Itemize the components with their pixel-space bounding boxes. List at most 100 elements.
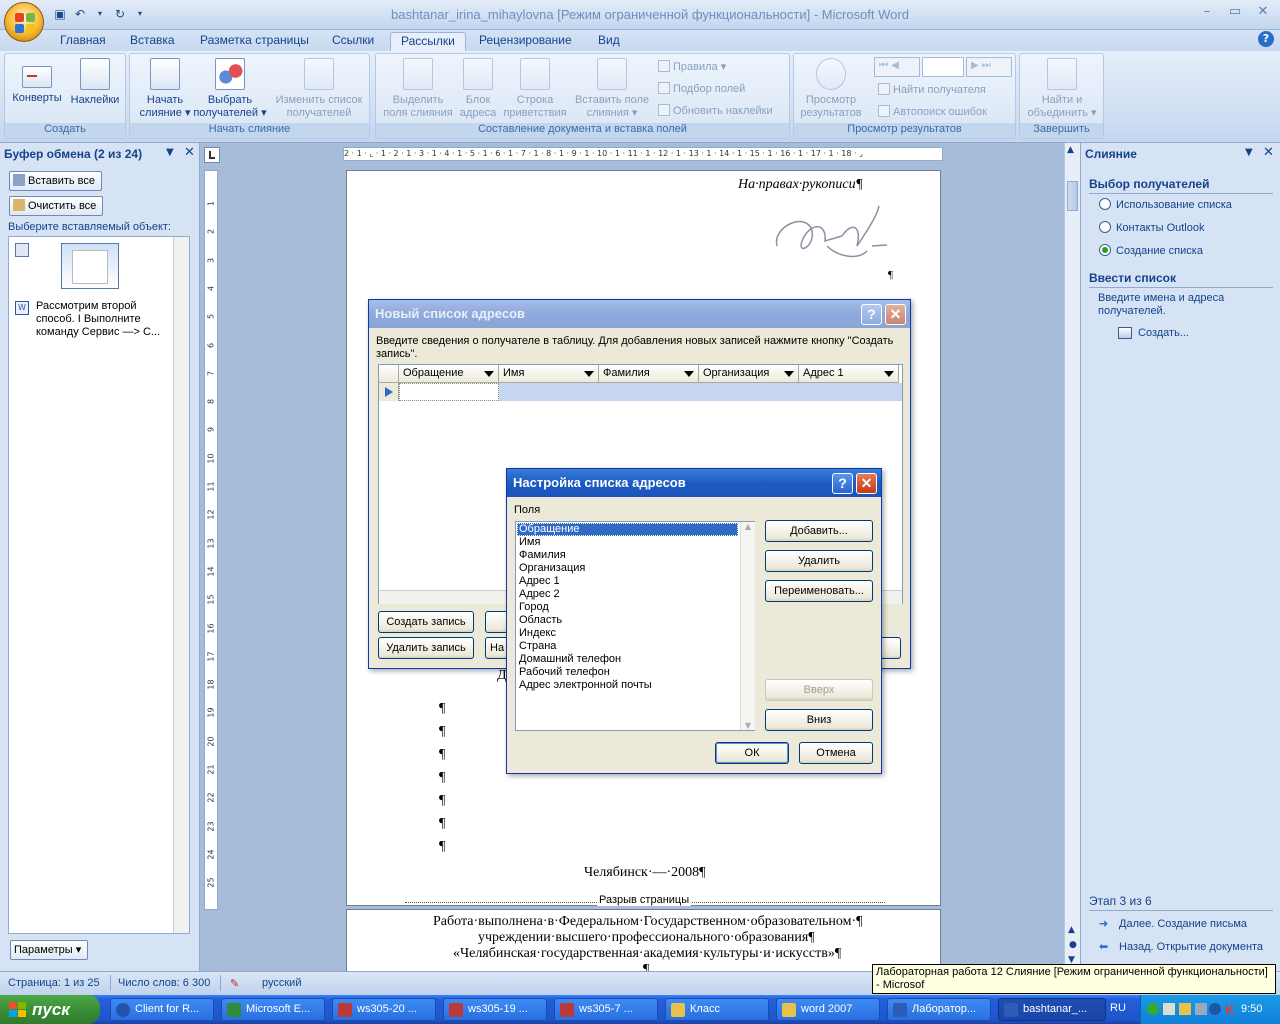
language-indicator[interactable]: русский — [262, 977, 301, 989]
horizontal-ruler[interactable]: 2 · 1 · ⌞ · 1 · 2 · 1 · 3 · 1 · 4 · 1 · … — [343, 147, 943, 161]
finish-merge-button[interactable]: Найти и объединить ▾ — [1022, 58, 1102, 120]
fields-scrollbar[interactable]: ▲ ▼ — [740, 522, 755, 730]
scroll-up-icon[interactable]: ▲ — [741, 522, 755, 531]
clip-item-text[interactable]: Рассмотрим второй способ. I Выполните ко… — [36, 300, 176, 339]
taskbar-item[interactable]: word 2007 — [776, 998, 880, 1021]
taskbar-item-active[interactable]: bashtanar_... — [998, 998, 1106, 1021]
language-bar[interactable]: RU — [1110, 1002, 1126, 1014]
start-button[interactable]: пуск — [0, 995, 100, 1024]
document-page-2[interactable]: Работа·выполнена·в·Федеральном·Государст… — [346, 909, 941, 977]
save-icon[interactable]: ▣ — [52, 6, 68, 22]
delete-entry-button[interactable]: Удалить запись — [378, 637, 474, 659]
field-list-item[interactable]: Обращение — [517, 523, 738, 536]
tray-network-icon[interactable] — [1163, 1003, 1175, 1015]
undo-icon[interactable]: ↶ — [72, 6, 88, 22]
column-header[interactable]: Адрес 1 — [799, 365, 899, 383]
column-header[interactable]: Обращение — [399, 365, 499, 383]
taskbar-item[interactable]: Client for R... — [110, 998, 214, 1021]
close-icon[interactable]: ✕ — [856, 473, 877, 494]
move-up-button[interactable]: Вверх — [765, 679, 873, 701]
column-header[interactable]: Фамилия — [599, 365, 699, 383]
create-list-link[interactable]: Создать... — [1138, 327, 1189, 339]
taskbar-item[interactable]: Лаборатор... — [887, 998, 991, 1021]
record-number-input[interactable] — [922, 57, 964, 77]
taskbar-item[interactable]: Microsoft E... — [221, 998, 325, 1021]
tab-selector[interactable] — [204, 147, 220, 163]
clock[interactable]: 9:50 — [1241, 1003, 1262, 1015]
field-list-item[interactable]: Организация — [517, 562, 738, 575]
first-prev-record-buttons[interactable]: ⏮ ◀ — [874, 57, 920, 77]
tab-page-layout[interactable]: Разметка страницы — [190, 32, 319, 51]
move-down-button[interactable]: Вниз — [765, 709, 873, 731]
grid-cell-active[interactable] — [399, 383, 499, 401]
tab-view[interactable]: Вид — [588, 32, 630, 51]
field-list-item[interactable]: Адрес электронной почты — [517, 679, 738, 692]
radio-use-list[interactable]: Использование списка — [1099, 198, 1232, 212]
auto-check-errors-button[interactable]: Автопоиск ошибок — [878, 103, 987, 121]
tab-mailings[interactable]: Рассылки — [390, 32, 466, 51]
taskbar-item[interactable]: Класс — [665, 998, 769, 1021]
taskbar-item[interactable]: ws305-7 ... — [554, 998, 658, 1021]
tab-insert[interactable]: Вставка — [120, 32, 185, 51]
cancel-button[interactable]: Отмена — [799, 742, 873, 764]
radio-outlook-contacts[interactable]: Контакты Outlook — [1099, 221, 1204, 235]
prev-page-icon[interactable]: ▲ — [1068, 925, 1075, 935]
envelopes-button[interactable]: Конверты — [9, 58, 65, 105]
clear-all-button[interactable]: Очистить все — [9, 196, 104, 216]
fields-listbox[interactable]: Обращение Имя Фамилия Организация Адрес 1 Адр… — [515, 521, 755, 731]
ok-button-partial[interactable] — [879, 637, 901, 659]
customize-qat-icon[interactable]: ▾ — [132, 6, 148, 22]
add-field-button[interactable]: Добавить... — [765, 520, 873, 542]
highlight-merge-fields-button[interactable]: Выделить поля слияния — [378, 58, 458, 120]
field-list-item[interactable]: Адрес 1 — [517, 575, 738, 588]
clip-item-thumbnail[interactable] — [61, 243, 119, 289]
spelling-check-icon[interactable]: ✎ — [230, 977, 239, 990]
field-list-item[interactable]: Индекс — [517, 627, 738, 640]
scroll-up-icon[interactable]: ▲ — [1067, 145, 1074, 155]
start-merge-button[interactable]: Начать слияние ▾ — [134, 58, 196, 120]
merge-pane-close-icon[interactable]: ✕ — [1263, 145, 1274, 160]
office-button[interactable] — [4, 2, 44, 42]
help-icon[interactable]: ? — [861, 304, 882, 325]
word-count[interactable]: Число слов: 6 300 — [118, 977, 210, 989]
field-list-item[interactable]: Адрес 2 — [517, 588, 738, 601]
tab-references[interactable]: Ссылки — [322, 32, 384, 51]
next-step-link[interactable]: Далее. Создание письма — [1119, 918, 1247, 930]
match-fields-button[interactable]: Подбор полей — [658, 80, 745, 98]
vertical-ruler[interactable]: 1 2 3 4 5 6 7 8 9 10 11 12 13 14 15 16 17 18 19 20 21 22 23 24 2… — [204, 170, 218, 910]
tray-arrow-icon[interactable] — [1147, 1003, 1159, 1015]
radio-new-list[interactable]: Создание списка — [1099, 244, 1203, 258]
pane-close-icon[interactable]: ✕ — [184, 145, 195, 160]
grid-row[interactable] — [499, 383, 902, 401]
select-recipients-button[interactable]: Выбрать получателей ▾ — [192, 58, 268, 120]
browse-object-icon[interactable]: ● — [1069, 940, 1077, 950]
merge-pane-menu-icon[interactable]: ▼ — [1245, 147, 1253, 158]
greeting-line-button[interactable]: Строка приветствия — [500, 58, 570, 120]
column-header[interactable]: Имя — [499, 365, 599, 383]
ok-button[interactable]: ОК — [715, 742, 789, 764]
taskbar-item[interactable]: ws305-19 ... — [443, 998, 547, 1021]
help-icon[interactable]: ? — [832, 473, 853, 494]
field-list-item[interactable]: Страна — [517, 640, 738, 653]
edit-recipient-list-button[interactable]: Изменить список получателей — [270, 58, 368, 120]
tray-folder-icon[interactable] — [1179, 1003, 1191, 1015]
options-button[interactable]: Параметры ▾ — [10, 940, 89, 960]
field-list-item[interactable]: Имя — [517, 536, 738, 549]
scroll-thumb[interactable] — [1067, 181, 1078, 211]
labels-button[interactable]: Наклейки — [65, 58, 125, 107]
tab-review[interactable]: Рецензирование — [469, 32, 582, 51]
tray-monitor-icon[interactable] — [1195, 1003, 1207, 1015]
field-list-item[interactable]: Область — [517, 614, 738, 627]
help-icon[interactable]: ? — [1258, 31, 1274, 47]
close-icon[interactable]: ✕ — [1250, 2, 1276, 22]
address-block-button[interactable]: Блок адреса — [458, 58, 498, 120]
taskbar-item[interactable]: ws305-20 ... — [332, 998, 436, 1021]
previous-step-link[interactable]: Назад. Открытие документа — [1119, 941, 1263, 953]
field-list-item[interactable]: Город — [517, 601, 738, 614]
preview-results-button[interactable]: Просмотр результатов — [796, 58, 866, 120]
tray-client-icon[interactable] — [1209, 1003, 1221, 1015]
update-labels-button[interactable]: Обновить наклейки — [658, 102, 773, 120]
row-selector[interactable] — [379, 383, 399, 401]
pane-menu-icon[interactable]: ▼ — [166, 147, 174, 158]
redo-icon[interactable]: ↻ — [112, 6, 128, 22]
